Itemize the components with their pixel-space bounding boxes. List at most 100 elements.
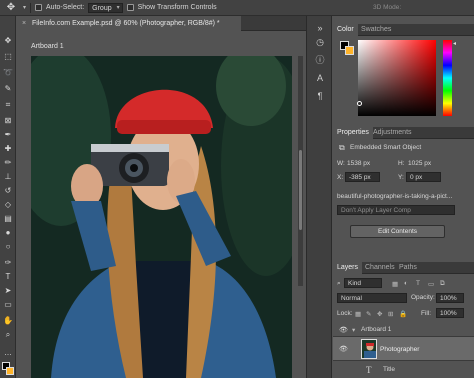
lock-all-icon[interactable]: 🔒 bbox=[399, 310, 407, 318]
tab-color[interactable]: Color bbox=[333, 24, 358, 36]
blur-tool-icon[interactable]: ● bbox=[2, 228, 14, 238]
rectangle-tool-icon[interactable]: ▭ bbox=[2, 300, 14, 310]
zoom-tool-icon[interactable]: ⌕ bbox=[2, 330, 14, 340]
path-select-tool-icon[interactable]: ➤ bbox=[2, 286, 14, 296]
filter-type-icon[interactable]: T bbox=[416, 280, 420, 287]
tab-adjustments[interactable]: Adjustments bbox=[369, 127, 416, 139]
filter-pixel-icon[interactable]: ▦ bbox=[392, 280, 398, 288]
auto-select-dropdown[interactable]: Group bbox=[88, 2, 123, 13]
brush-tool-icon[interactable]: ✏ bbox=[2, 158, 14, 168]
pen-tool-icon[interactable]: ✑ bbox=[2, 258, 14, 268]
layer-comp-select[interactable]: Don't Apply Layer Comp bbox=[337, 205, 455, 215]
fill-label: Fill: bbox=[421, 310, 432, 317]
paragraph-panel-icon[interactable]: ¶ bbox=[313, 90, 327, 102]
document-tab[interactable]: × FileInfo.com Example.psd @ 60% (Photog… bbox=[16, 16, 241, 31]
tab-paths[interactable]: Paths bbox=[395, 262, 421, 274]
dodge-tool-icon[interactable]: ○ bbox=[2, 242, 14, 252]
x-position-input[interactable]: -385 px bbox=[345, 172, 380, 182]
x-label: X: bbox=[337, 174, 344, 181]
tab-layers[interactable]: Layers bbox=[333, 262, 363, 274]
filter-adjustment-icon[interactable]: ◐ bbox=[404, 280, 408, 287]
hue-slider[interactable] bbox=[443, 40, 452, 116]
chevron-down-icon[interactable]: ▾ bbox=[23, 4, 26, 11]
tab-channels[interactable]: Channels bbox=[361, 262, 399, 274]
history-panel-icon[interactable]: ◷ bbox=[313, 36, 327, 48]
collapsed-panels-strip: » ◷ ⓘ A ¶ bbox=[306, 16, 332, 378]
search-icon: ⌕ bbox=[337, 280, 341, 287]
frame-tool-icon[interactable]: ⊠ bbox=[2, 116, 14, 126]
layer-name: Photographer bbox=[380, 346, 420, 353]
close-icon[interactable]: × bbox=[22, 16, 26, 31]
eraser-tool-icon[interactable]: ◇ bbox=[2, 200, 14, 210]
linked-file-name: beautiful-photographer-is-taking-a-pict.… bbox=[337, 193, 453, 200]
clone-stamp-tool-icon[interactable]: ⊥ bbox=[2, 172, 14, 182]
hue-slider-arrow-icon[interactable]: ◂ bbox=[453, 40, 456, 47]
layer-thumbnail-image bbox=[362, 340, 376, 358]
lock-position-icon[interactable]: ✥ bbox=[377, 310, 382, 318]
hand-tool-icon[interactable]: ✋ bbox=[2, 316, 14, 326]
width-label: W: bbox=[337, 160, 345, 167]
layer-row-photographer[interactable]: 👁 Photographer bbox=[333, 337, 474, 361]
history-brush-tool-icon[interactable]: ↺ bbox=[2, 186, 14, 196]
color-picker-handle[interactable] bbox=[357, 101, 362, 106]
document-tab-bar: × FileInfo.com Example.psd @ 60% (Photog… bbox=[16, 16, 306, 31]
lock-pixels-icon[interactable]: ▦ bbox=[355, 310, 361, 318]
height-label: H: bbox=[398, 160, 405, 167]
healing-brush-tool-icon[interactable]: ✚ bbox=[2, 144, 14, 154]
tab-properties[interactable]: Properties bbox=[333, 127, 373, 139]
divider bbox=[30, 2, 32, 13]
gradient-tool-icon[interactable]: ▤ bbox=[2, 214, 14, 224]
y-position-input[interactable]: 0 px bbox=[406, 172, 441, 182]
auto-select-checkbox[interactable] bbox=[35, 4, 43, 11]
move-tool-icon[interactable]: ✥ bbox=[2, 36, 14, 46]
layer-row-title[interactable]: T Title bbox=[333, 361, 474, 378]
layers-panel-tabs: Layers Channels Paths bbox=[333, 262, 474, 274]
show-transform-checkbox[interactable] bbox=[126, 4, 134, 11]
tab-swatches[interactable]: Swatches bbox=[357, 24, 395, 36]
lock-artboard-icon[interactable]: ⊞ bbox=[388, 310, 393, 318]
scrollbar-thumb[interactable] bbox=[299, 150, 302, 230]
height-value[interactable]: 1025 px bbox=[408, 160, 431, 167]
filter-shape-icon[interactable]: ▭ bbox=[428, 280, 434, 288]
opacity-label: Opacity: bbox=[411, 294, 435, 301]
chevron-down-icon[interactable]: ▾ bbox=[352, 326, 355, 334]
eyedropper-tool-icon[interactable]: ✒ bbox=[2, 130, 14, 140]
blend-mode-select[interactable]: Normal bbox=[337, 293, 407, 303]
smart-object-icon: ⧉ bbox=[339, 143, 345, 152]
lock-paint-icon[interactable]: ✎ bbox=[366, 310, 371, 318]
lasso-tool-icon[interactable]: ➰ bbox=[2, 68, 14, 78]
auto-select-label: Auto-Select: bbox=[46, 4, 85, 11]
layer-name: Title bbox=[383, 366, 396, 373]
color-field[interactable] bbox=[358, 40, 436, 116]
background-color-icon[interactable] bbox=[6, 367, 14, 375]
tools-panel: ✥ ⬚ ➰ ✎ ⌗ ⊠ ✒ ✚ ✏ ⊥ ↺ ◇ ▤ ● ○ ✑ T ➤ ▭ ✋ … bbox=[0, 16, 16, 378]
lock-label: Lock: bbox=[337, 310, 353, 317]
opacity-input[interactable]: 100% bbox=[436, 293, 464, 303]
background-swatch[interactable] bbox=[345, 46, 354, 55]
type-tool-icon[interactable]: T bbox=[2, 272, 14, 282]
fill-input[interactable]: 100% bbox=[436, 308, 464, 318]
layer-filter-select[interactable]: Kind bbox=[344, 278, 382, 288]
more-tools-icon[interactable]: … bbox=[2, 348, 14, 358]
artboard-photo[interactable] bbox=[31, 56, 292, 378]
visibility-eye-icon[interactable]: 👁 bbox=[339, 345, 348, 353]
filter-smart-object-icon[interactable]: ⧉ bbox=[440, 280, 445, 288]
info-panel-icon[interactable]: ⓘ bbox=[313, 54, 327, 66]
color-panel-tabs: Color Swatches bbox=[333, 24, 474, 36]
quick-select-tool-icon[interactable]: ✎ bbox=[2, 84, 14, 94]
move-tool-icon[interactable]: ✥ bbox=[3, 2, 19, 14]
layer-row-artboard[interactable]: 👁 ▾ Artboard 1 bbox=[333, 322, 474, 337]
marquee-tool-icon[interactable]: ⬚ bbox=[2, 52, 14, 62]
width-value[interactable]: 1538 px bbox=[347, 160, 370, 167]
object-type-label: Embedded Smart Object bbox=[350, 144, 422, 151]
show-transform-label: Show Transform Controls bbox=[137, 4, 217, 11]
character-panel-icon[interactable]: A bbox=[313, 72, 327, 84]
panel-collapse-icon[interactable]: » bbox=[313, 22, 327, 34]
visibility-eye-icon[interactable]: 👁 bbox=[339, 326, 348, 334]
artboard-label: Artboard 1 bbox=[31, 43, 64, 50]
layer-name: Artboard 1 bbox=[361, 326, 392, 333]
layer-thumbnail bbox=[361, 339, 377, 359]
crop-tool-icon[interactable]: ⌗ bbox=[2, 100, 14, 110]
document-tab-title: FileInfo.com Example.psd @ 60% (Photogra… bbox=[32, 20, 220, 27]
edit-contents-button[interactable]: Edit Contents bbox=[350, 225, 445, 238]
